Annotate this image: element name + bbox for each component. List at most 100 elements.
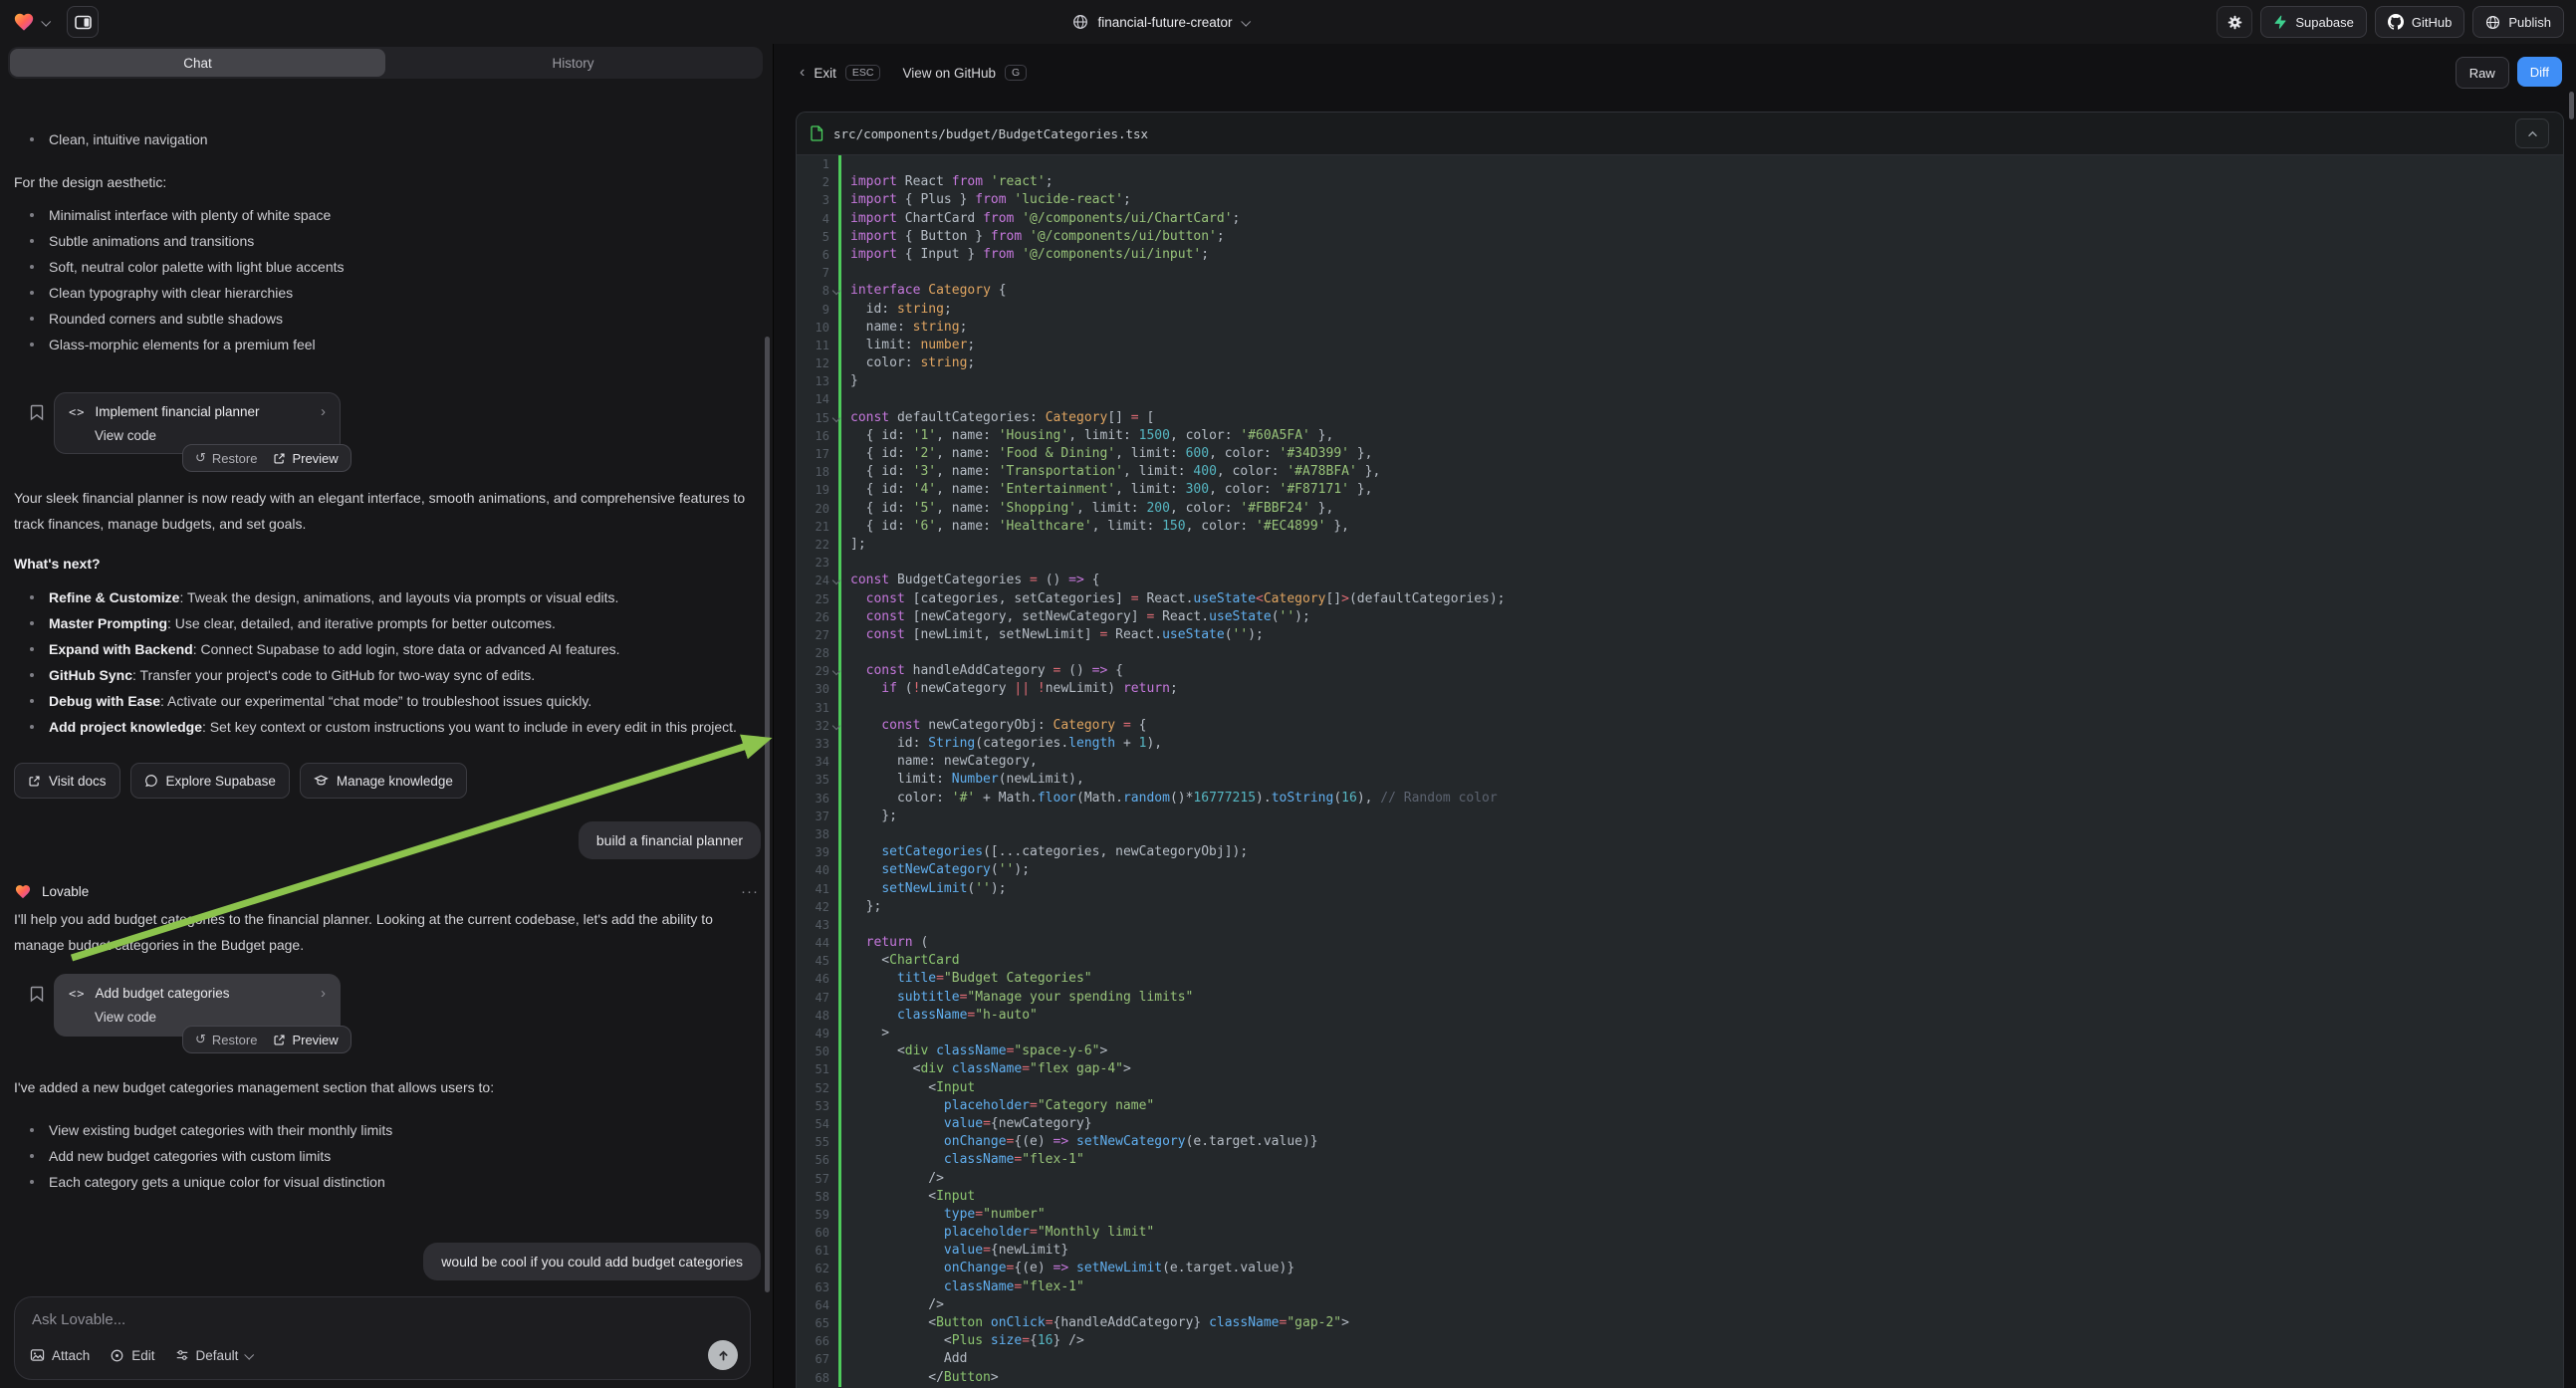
view-code-link[interactable]: View code — [95, 1010, 326, 1025]
bullet-icon — [30, 265, 34, 269]
bookmark-icon[interactable] — [30, 404, 44, 454]
file-header[interactable]: src/components/budget/BudgetCategories.t… — [797, 113, 2563, 155]
collapse-file-button[interactable] — [2515, 118, 2549, 148]
code-line: 44 return ( — [797, 934, 2563, 952]
github-octocat-icon — [2388, 14, 2404, 30]
code-line: 36 color: '#' + Math.floor(Math.random()… — [797, 790, 2563, 808]
list-item: GitHub Sync: Transfer your project's cod… — [14, 662, 759, 688]
line-number: 16 — [797, 427, 838, 445]
list-item: Debug with Ease: Activate our experiment… — [14, 688, 759, 714]
chevron-right-icon: › — [321, 403, 326, 420]
code-line: 29 const handleAddCategory = () => { — [797, 662, 2563, 680]
code-line: 50 <div className="space-y-6"> — [797, 1042, 2563, 1060]
restore-button[interactable]: ↺ Restore — [195, 450, 257, 466]
preview-button[interactable]: Preview — [273, 1033, 338, 1047]
chevron-left-icon: ‹ — [800, 64, 805, 82]
attach-button[interactable]: Attach — [30, 1348, 90, 1363]
mode-selector[interactable]: Default — [175, 1348, 253, 1363]
globe-icon — [1072, 14, 1088, 30]
code-line: 57 /> — [797, 1170, 2563, 1188]
version-card-implement-financial-planner[interactable]: <> Implement financial planner › View co… — [54, 392, 341, 454]
line-number: 40 — [797, 861, 838, 879]
version-card-add-budget-categories[interactable]: <> Add budget categories › View code ↺ R… — [54, 974, 341, 1037]
publish-button[interactable]: Publish — [2472, 6, 2564, 38]
send-button[interactable] — [708, 1340, 738, 1370]
toggle-sidebar-button[interactable] — [67, 6, 99, 38]
code-line: 23 — [797, 554, 2563, 572]
chat-bubble-icon — [144, 774, 158, 788]
explore-supabase-button[interactable]: Explore Supabase — [130, 763, 290, 799]
logo-chevron-down-icon[interactable] — [41, 16, 51, 26]
code-line: 26 const [newCategory, setNewCategory] =… — [797, 608, 2563, 626]
view-on-github-button[interactable]: View on GitHub G — [902, 65, 1027, 81]
list-item: Soft, neutral color palette with light b… — [14, 254, 759, 280]
code-line: 12 color: string; — [797, 354, 2563, 372]
code-icon: <> — [69, 987, 85, 1001]
list-item: Clean typography with clear hierarchies — [14, 280, 759, 306]
line-number: 36 — [797, 790, 838, 808]
sliders-icon — [175, 1348, 189, 1362]
code-line: 13} — [797, 372, 2563, 390]
list-item: Subtle animations and transitions — [14, 228, 759, 254]
code-line: 17 { id: '2', name: 'Food & Dining', lim… — [797, 445, 2563, 463]
chevron-right-icon: › — [321, 985, 326, 1002]
code-line: 2import React from 'react'; — [797, 173, 2563, 191]
bullet-icon — [30, 725, 34, 729]
project-switcher[interactable]: financial-future-creator — [1072, 14, 1248, 30]
line-number: 28 — [797, 644, 838, 662]
code-line: 68 </Button> — [797, 1369, 2563, 1387]
line-number: 44 — [797, 934, 838, 952]
project-chevron-down-icon — [1241, 16, 1251, 26]
tab-chat[interactable]: Chat — [10, 49, 385, 77]
lovable-avatar — [14, 883, 32, 900]
github-button[interactable]: GitHub — [2375, 6, 2464, 38]
chat-composer[interactable]: Ask Lovable... Attach Edit Default — [14, 1296, 751, 1380]
code-line: 51 <div className="flex gap-4"> — [797, 1060, 2563, 1078]
visit-docs-button[interactable]: Visit docs — [14, 763, 120, 799]
external-link-icon — [28, 775, 41, 788]
line-number: 18 — [797, 463, 838, 481]
line-number: 22 — [797, 536, 838, 554]
diff-toggle-button[interactable]: Diff — [2517, 57, 2562, 87]
settings-button[interactable] — [2217, 6, 2252, 38]
chat-scrollbar[interactable] — [765, 337, 770, 1292]
list-item: Minimalist interface with plenty of whit… — [14, 202, 759, 228]
code-editor[interactable]: 12import React from 'react';3import { Pl… — [797, 154, 2563, 1388]
line-number: 61 — [797, 1242, 838, 1260]
line-number: 8 — [797, 282, 838, 300]
line-number: 33 — [797, 735, 838, 753]
line-number: 6 — [797, 246, 838, 264]
supabase-button[interactable]: Supabase — [2260, 6, 2367, 38]
bookmark-icon[interactable] — [30, 986, 44, 1037]
exit-button[interactable]: ‹ Exit ESC — [800, 64, 880, 82]
line-number: 15 — [797, 409, 838, 427]
code-line: 19 { id: '4', name: 'Entertainment', lim… — [797, 481, 2563, 499]
edit-button[interactable]: Edit — [110, 1348, 154, 1363]
line-number: 17 — [797, 445, 838, 463]
view-code-link[interactable]: View code — [95, 428, 326, 443]
code-line: 30 if (!newCategory || !newLimit) return… — [797, 680, 2563, 698]
chat-message-list: Clean, intuitive navigation For the desi… — [0, 123, 773, 1292]
line-number: 32 — [797, 717, 838, 735]
manage-knowledge-button[interactable]: Manage knowledge — [300, 763, 467, 799]
line-number: 39 — [797, 843, 838, 861]
code-line: 66 <Plus size={16} /> — [797, 1332, 2563, 1350]
more-options-icon[interactable]: ··· — [741, 883, 759, 900]
design-bullet-list: Minimalist interface with plenty of whit… — [14, 202, 759, 357]
raw-toggle-button[interactable]: Raw — [2456, 57, 2509, 89]
bullet-icon — [30, 621, 34, 625]
panel-scrollbar[interactable] — [2569, 92, 2574, 119]
preview-button[interactable]: Preview — [273, 451, 338, 466]
code-line: 4import ChartCard from '@/components/ui/… — [797, 210, 2563, 228]
code-line: 40 setNewCategory(''); — [797, 861, 2563, 879]
tab-history[interactable]: History — [385, 49, 761, 77]
line-number: 37 — [797, 808, 838, 825]
line-number: 14 — [797, 390, 838, 408]
restore-button[interactable]: ↺ Restore — [195, 1032, 257, 1047]
lovable-logo-heart-icon[interactable] — [12, 11, 36, 33]
line-number: 5 — [797, 228, 838, 246]
bullet-icon — [30, 343, 34, 347]
code-line: 49 > — [797, 1025, 2563, 1042]
esc-key-badge: ESC — [845, 65, 881, 81]
feature-bullet-list: View existing budget categories with the… — [14, 1117, 759, 1195]
